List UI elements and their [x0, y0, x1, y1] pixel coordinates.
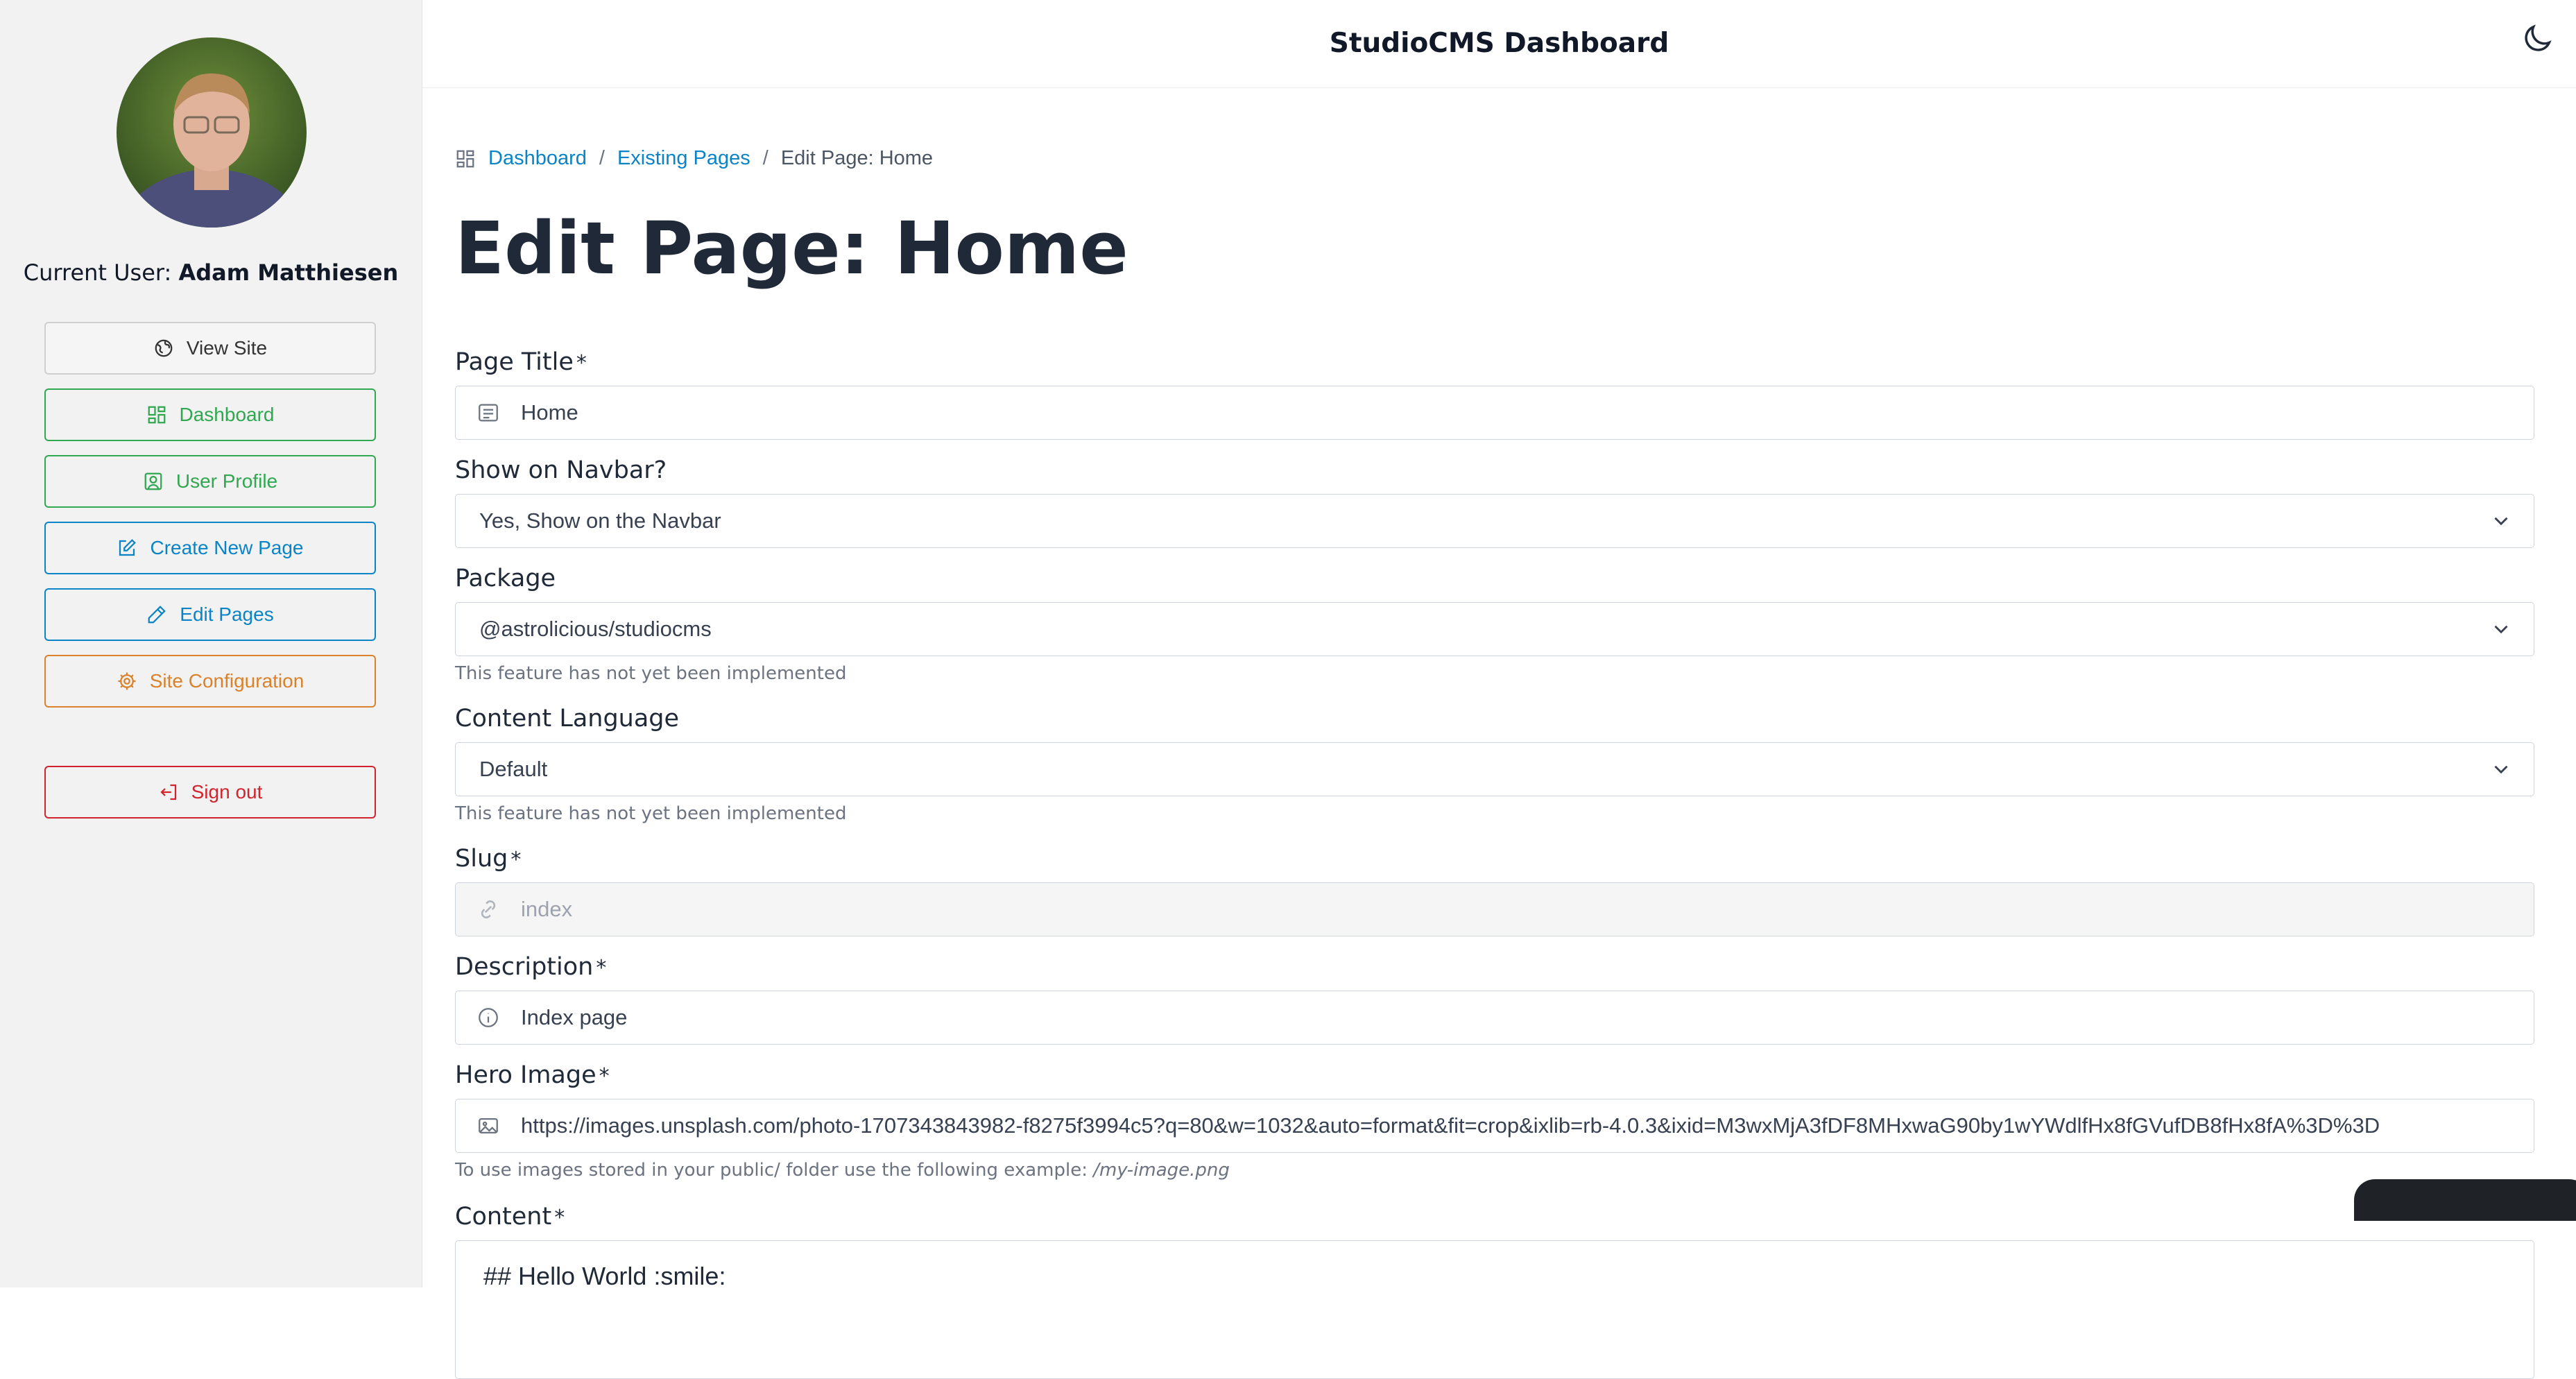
content-language-value: Default [479, 757, 548, 781]
create-new-page-label: Create New Page [150, 537, 304, 558]
show-on-navbar-value: Yes, Show on the Navbar [479, 508, 721, 533]
page-title-value: Home [521, 400, 578, 425]
floating-toolbar[interactable] [2354, 1179, 2576, 1221]
top-bar: StudioCMS Dashboard [422, 0, 2576, 88]
show-on-navbar-label: Show on Navbar? [455, 456, 667, 484]
edit-pages-button[interactable]: Edit Pages [44, 588, 376, 641]
package-label: Package [455, 565, 556, 592]
link-icon [481, 900, 496, 918]
view-site-label: View Site [186, 337, 268, 359]
edit-square-icon [119, 539, 137, 556]
gear-icon [118, 672, 136, 690]
image-icon [479, 1117, 498, 1134]
hero-image-hint-text: To use images stored in your public/ fol… [455, 1160, 1088, 1181]
required-mark: * [599, 1064, 610, 1088]
breadcrumb: Dashboard / Existing Pages / Edit Page: … [455, 147, 933, 170]
edit-pages-label: Edit Pages [180, 603, 274, 625]
current-user: Current User: Adam Matthiesen [0, 259, 422, 286]
breadcrumb-dashboard[interactable]: Dashboard [488, 147, 587, 170]
view-site-button[interactable]: View Site [44, 322, 376, 375]
hero-image-value: https://images.unsplash.com/photo-170734… [521, 1113, 2380, 1138]
dashboard-button[interactable]: Dashboard [44, 388, 376, 441]
slug-label: Slug * [455, 845, 521, 873]
description-label-text: Description [455, 953, 594, 981]
breadcrumb-existing-pages[interactable]: Existing Pages [617, 147, 750, 170]
content-language-select[interactable]: Default [455, 742, 2534, 796]
pencil-icon [148, 606, 166, 624]
breadcrumb-separator: / [599, 147, 605, 169]
chevron-down-icon [2494, 625, 2508, 634]
package-hint: This feature has not yet been implemente… [455, 663, 847, 684]
sign-out-icon [160, 784, 176, 800]
dashboard-icon [456, 150, 474, 167]
chevron-down-icon [2494, 517, 2508, 526]
package-select[interactable]: @astrolicious/studiocms [455, 602, 2534, 656]
site-configuration-label: Site Configuration [149, 670, 304, 692]
site-configuration-button[interactable]: Site Configuration [44, 655, 376, 708]
moon-icon[interactable] [2519, 21, 2555, 57]
page-title: Edit Page: Home [455, 206, 1128, 291]
content-language-label: Content Language [455, 705, 680, 733]
breadcrumb-separator: / [762, 147, 768, 169]
required-mark: * [554, 1206, 565, 1230]
breadcrumb-current: Edit Page: Home [780, 147, 934, 169]
slug-label-text: Slug [455, 845, 508, 873]
page-title-label-text: Page Title [455, 348, 574, 376]
dashboard-icon [148, 406, 165, 424]
avatar[interactable] [117, 37, 307, 228]
sign-out-label: Sign out [191, 781, 263, 803]
required-mark: * [596, 956, 607, 980]
description-value: Index page [521, 1005, 628, 1029]
package-value: @astrolicious/studiocms [479, 617, 712, 641]
description-label: Description * [455, 953, 606, 981]
hero-image-input[interactable]: https://images.unsplash.com/photo-170734… [455, 1099, 2534, 1153]
hero-image-hint: To use images stored in your public/ fol… [455, 1160, 1230, 1181]
description-input[interactable]: Index page [455, 991, 2534, 1045]
app-title: StudioCMS Dashboard [1329, 28, 1669, 59]
show-on-navbar-select[interactable]: Yes, Show on the Navbar [455, 494, 2534, 548]
content-language-hint: This feature has not yet been implemente… [455, 803, 847, 824]
user-profile-label: User Profile [175, 470, 278, 492]
dashboard-label: Dashboard [179, 404, 275, 425]
current-user-name: Adam Matthiesen [178, 259, 399, 286]
content-label-text: Content [455, 1203, 552, 1231]
slug-input: index [455, 882, 2534, 936]
required-mark: * [576, 351, 587, 375]
content-editor[interactable]: ## Hello World :smile: [455, 1240, 2534, 1379]
text-icon [479, 404, 498, 422]
globe-icon [155, 339, 173, 357]
user-profile-button[interactable]: User Profile [44, 455, 376, 508]
content-editor-text: ## Hello World :smile: [483, 1262, 726, 1290]
slug-value: index [521, 897, 573, 921]
info-icon [479, 1008, 498, 1027]
current-user-prefix: Current User: [23, 259, 172, 286]
sidebar: Current User: Adam Matthiesen View Site … [0, 0, 422, 1287]
required-mark: * [510, 848, 522, 872]
page-title-input[interactable]: Home [455, 386, 2534, 440]
create-new-page-button[interactable]: Create New Page [44, 522, 376, 574]
hero-image-label: Hero Image * [455, 1061, 610, 1089]
sign-out-button[interactable]: Sign out [44, 766, 376, 819]
content-label: Content * [455, 1203, 565, 1231]
user-profile-icon [144, 472, 162, 490]
page-title-label: Page Title * [455, 348, 587, 376]
hero-image-label-text: Hero Image [455, 1061, 596, 1089]
chevron-down-icon [2494, 765, 2508, 774]
hero-image-hint-example: /my-image.png [1093, 1160, 1230, 1181]
